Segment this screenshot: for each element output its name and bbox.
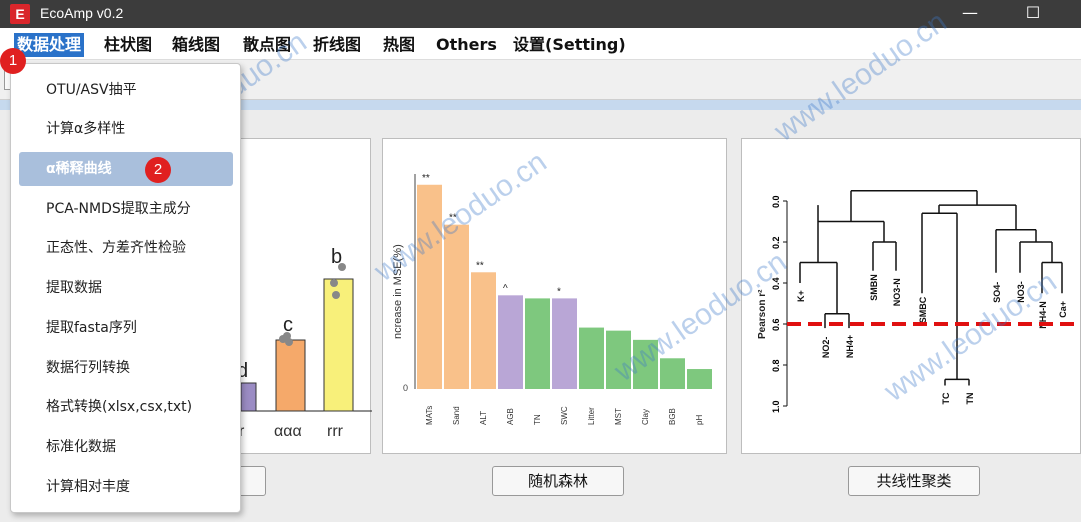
y-tick-label: 0.0 <box>771 195 781 208</box>
random-forest-button[interactable]: 随机森林 <box>492 466 624 496</box>
tick-label-rrr: rrr <box>327 423 344 440</box>
menu-item-transpose[interactable]: 数据行列转换 <box>19 351 233 385</box>
leaf-label: SMBN <box>869 274 879 301</box>
bar-r <box>240 382 257 412</box>
bar-mats <box>417 184 442 389</box>
significance-label: ^ <box>503 283 508 294</box>
x-tick-label: SWC <box>560 406 569 425</box>
bar-agb <box>498 295 523 389</box>
bar-clay <box>633 339 658 389</box>
bar-chart-panel: d c b r ααα rrr <box>237 138 372 454</box>
leaf-label: NO3-N <box>892 278 902 306</box>
menu-item-format-convert[interactable]: 格式转换(xlsx,csx,txt) <box>19 390 233 424</box>
dendrogram-y-label: Pearson r² <box>757 289 768 339</box>
x-tick-label: Sand <box>452 406 461 425</box>
letter-c: c <box>283 314 293 336</box>
significance-label: ** <box>476 260 484 271</box>
menu-item-pca-nmds[interactable]: PCA-NMDS提取主成分 <box>19 192 233 226</box>
x-tick-label: AGB <box>506 408 515 425</box>
letter-d: d <box>241 360 248 382</box>
title-bar: E EcoAmp v0.2 — ☐ <box>0 0 1081 28</box>
bar-rrr <box>323 278 354 412</box>
bar-sand <box>444 224 469 389</box>
menu-heatmap[interactable]: 热图 <box>380 33 418 57</box>
menu-item-otu-rarefy[interactable]: OTU/ASV抽平 <box>19 73 233 107</box>
leaf-label: TN <box>965 393 975 405</box>
leaf-label: Ca+ <box>1058 301 1068 318</box>
y-tick-label: 0 <box>403 383 408 393</box>
menu-others[interactable]: Others <box>433 33 500 57</box>
menu-item-alpha-rarefaction[interactable]: α稀释曲线 <box>19 152 233 186</box>
step-badge-2: 2 <box>145 157 171 183</box>
bar-swc <box>552 298 577 389</box>
y-tick-label: 0.4 <box>771 277 781 290</box>
app-logo-icon: E <box>10 4 30 24</box>
menu-bar-chart[interactable]: 柱状图 <box>101 33 155 57</box>
y-tick-label: 0.8 <box>771 359 781 372</box>
random-forest-chart-svg: 0 ncrease in MSE(%) ** MATs ** Sand ** ALT ^ AG… <box>392 173 712 425</box>
leaf-label: K+ <box>796 290 806 302</box>
x-tick-label: BGB <box>668 408 677 425</box>
y-tick-label: 1.0 <box>771 400 781 413</box>
maximize-button[interactable]: ☐ <box>1013 0 1053 28</box>
bar-mst <box>606 330 631 389</box>
leaf-label: SMBC <box>918 296 928 323</box>
menu-box-plot[interactable]: 箱线图 <box>169 33 223 57</box>
bar-aaa <box>275 339 306 412</box>
significance-label: * <box>557 286 561 297</box>
minimize-button[interactable]: — <box>950 0 990 28</box>
menu-settings[interactable]: 设置(Setting) <box>510 33 629 57</box>
menu-item-extract-fasta[interactable]: 提取fasta序列 <box>19 311 233 345</box>
step-badge-1: 1 <box>0 48 26 74</box>
menu-data-processing[interactable]: 数据处理 <box>14 33 85 57</box>
menu-bar: 数据处理 柱状图 箱线图 散点图 折线图 热图 Others 设置(Settin… <box>0 28 1081 60</box>
x-tick-label: MATs <box>425 406 434 425</box>
menu-item-alpha-diversity[interactable]: 计算α多样性 <box>19 112 233 146</box>
x-tick-label: TN <box>533 414 542 425</box>
menu-item-relative-abundance[interactable]: 计算相对丰度 <box>19 470 233 504</box>
app-title: EcoAmp v0.2 <box>40 5 124 21</box>
menu-item-extract-data[interactable]: 提取数据 <box>19 271 233 305</box>
letter-b: b <box>331 246 342 268</box>
bar-chart-svg: d c b r ααα rrr <box>237 246 372 440</box>
random-forest-panel: 0 ncrease in MSE(%) ** MATs ** Sand ** ALT ^ AG… <box>382 138 727 454</box>
tick-label-r: r <box>241 423 245 440</box>
data-processing-dropdown: OTU/ASV抽平 计算α多样性 α稀释曲线 PCA-NMDS提取主成分 正态性… <box>10 63 241 513</box>
data-point <box>330 279 338 287</box>
menu-scatter-plot[interactable]: 散点图 <box>240 33 294 57</box>
tick-label-aaa: ααα <box>274 423 302 440</box>
bar-bgb <box>660 358 685 389</box>
x-tick-label: Clay <box>641 409 650 425</box>
bar-tn <box>525 298 550 389</box>
y-tick-label: 0.6 <box>771 318 781 331</box>
leaf-label: NH4+ <box>845 335 855 358</box>
y-axis-label: ncrease in MSE(%) <box>392 244 404 339</box>
x-tick-label: pH <box>695 415 704 425</box>
significance-label: ** <box>422 173 430 184</box>
y-tick-label: 0.2 <box>771 236 781 249</box>
menu-line-chart[interactable]: 折线图 <box>310 33 364 57</box>
significance-label: ** <box>449 213 457 224</box>
bar-ph <box>687 369 712 389</box>
menu-item-normalize[interactable]: 标准化数据 <box>19 430 233 464</box>
collinearity-cluster-button[interactable]: 共线性聚类 <box>848 466 980 496</box>
leaf-label: SO4- <box>992 282 1002 303</box>
x-tick-label: Litter <box>587 407 596 425</box>
leaf-label: NO3- <box>1016 281 1026 303</box>
menu-item-normality-test[interactable]: 正态性、方差齐性检验 <box>19 231 233 265</box>
leaf-label: TC <box>941 392 951 404</box>
x-tick-label: ALT <box>479 411 488 425</box>
dendrogram-svg: Pearson r² 0.0 0.2 0.4 0.6 0.8 1.0 K+ NO2- NH4+ S… <box>757 190 1081 413</box>
x-tick-label: MST <box>614 408 623 425</box>
bar-alt <box>471 272 496 389</box>
bar-litter <box>579 327 604 389</box>
dendrogram-panel: Pearson r² 0.0 0.2 0.4 0.6 0.8 1.0 K+ NO2- NH4+ S… <box>741 138 1081 454</box>
data-point <box>332 291 340 299</box>
leaf-label: NO2- <box>821 337 831 359</box>
